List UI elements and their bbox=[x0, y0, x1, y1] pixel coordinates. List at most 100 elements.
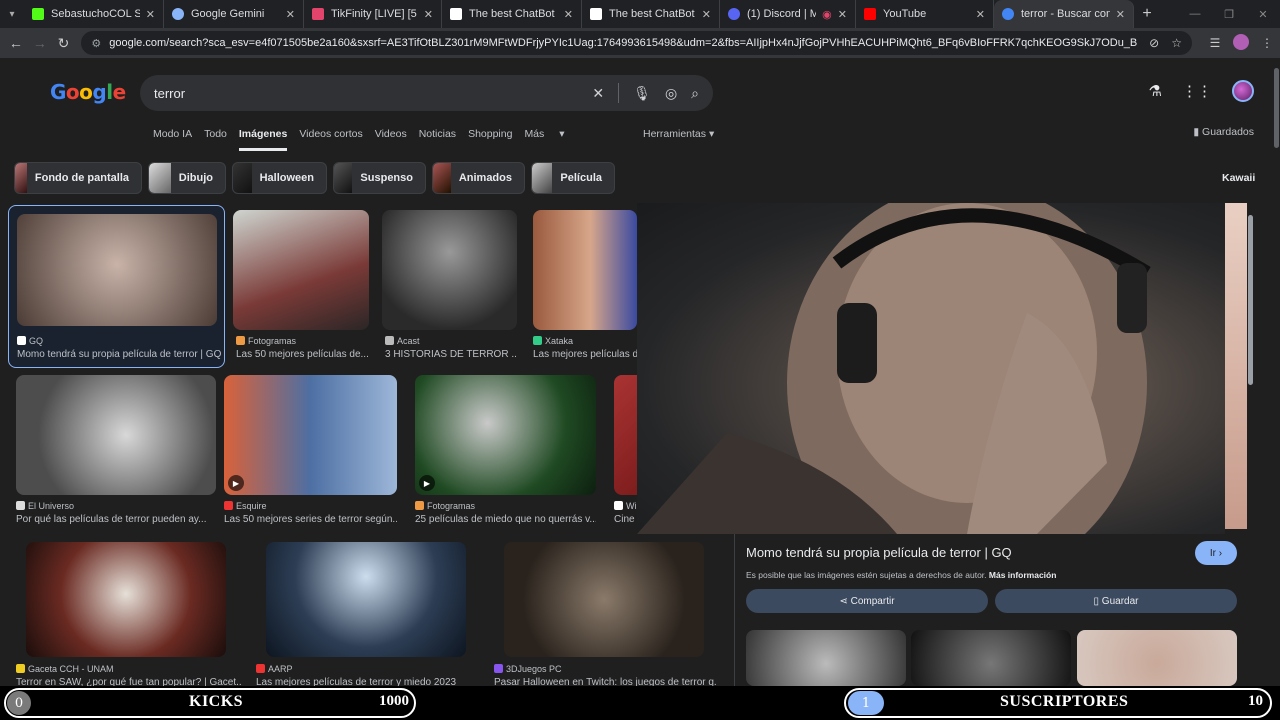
lens-icon[interactable]: ◎ bbox=[665, 85, 677, 102]
image-result[interactable]: AARP Las mejores películas de terror y m… bbox=[256, 542, 476, 686]
play-icon: ▶ bbox=[228, 475, 244, 491]
close-icon[interactable]: ✕ bbox=[146, 8, 155, 21]
subscribers-count: 1 bbox=[848, 691, 884, 715]
queue-icon[interactable]: ☰ bbox=[1202, 36, 1228, 50]
site-info-icon[interactable]: ⚙ bbox=[91, 37, 101, 50]
kicks-target: 1000 bbox=[379, 693, 409, 709]
tab-youtube[interactable]: YouTube ✕ bbox=[856, 0, 994, 28]
close-icon[interactable]: ✕ bbox=[424, 8, 433, 21]
kicks-goal: 0 KICKS 1000 bbox=[4, 688, 416, 718]
back-icon[interactable]: ← bbox=[4, 35, 28, 51]
tab-sebastuchocol[interactable]: SebastuchoCOL Stream - ✕ bbox=[24, 0, 164, 28]
avatar[interactable] bbox=[1232, 80, 1254, 102]
result-image bbox=[17, 214, 217, 326]
close-icon[interactable]: ✕ bbox=[1116, 8, 1125, 21]
result-image bbox=[26, 542, 226, 657]
page-scrollbar[interactable] bbox=[1272, 68, 1280, 678]
search-icon[interactable]: ⌕ bbox=[691, 85, 699, 102]
tab-gemini[interactable]: Google Gemini ✕ bbox=[164, 0, 304, 28]
tab-chatbot-2[interactable]: The best ChatBot and Wi ✕ bbox=[582, 0, 720, 28]
eye-off-icon[interactable]: ⊘ bbox=[1149, 36, 1159, 50]
window-controls: — ❐ ✕ bbox=[1178, 0, 1280, 28]
profile-icon[interactable] bbox=[1228, 33, 1254, 53]
chatbot-icon bbox=[590, 8, 602, 20]
close-icon[interactable]: ✕ bbox=[564, 8, 573, 21]
tab-tikfinity[interactable]: TikFinity [LIVE] [5 Viewers] ✕ bbox=[304, 0, 442, 28]
google-logo[interactable]: Google bbox=[50, 80, 126, 104]
share-button[interactable]: ⋖ Compartir bbox=[746, 589, 988, 613]
tab-strip: ▾ SebastuchoCOL Stream - ✕ Google Gemini… bbox=[0, 0, 1280, 28]
related-image[interactable] bbox=[1077, 630, 1237, 686]
saved-link[interactable]: ▮ Guardados bbox=[1193, 126, 1254, 138]
close-icon[interactable]: ✕ bbox=[286, 8, 295, 21]
preview-title[interactable]: Momo tendrá su propia película de terror… bbox=[746, 545, 1012, 560]
related-image[interactable] bbox=[911, 630, 1071, 686]
share-icon: ⋖ bbox=[839, 595, 848, 607]
tab-imagenes[interactable]: Imágenes bbox=[238, 128, 288, 151]
chip-halloween[interactable]: Halloween bbox=[232, 162, 327, 194]
tab-todo[interactable]: Todo bbox=[204, 128, 227, 151]
new-tab-button[interactable]: + bbox=[1134, 5, 1160, 23]
tab-shopping[interactable]: Shopping bbox=[468, 128, 512, 151]
close-window-icon[interactable]: ✕ bbox=[1246, 0, 1280, 28]
image-result[interactable]: Xataka Las mejores películas de bbox=[533, 210, 637, 368]
play-icon: ▶ bbox=[419, 475, 435, 491]
chip-fondo[interactable]: Fondo de pantalla bbox=[14, 162, 142, 194]
tab-videos[interactable]: Videos bbox=[375, 128, 407, 151]
minimize-icon[interactable]: — bbox=[1178, 0, 1212, 28]
streamer-webcam-image bbox=[637, 203, 1151, 534]
google-icon bbox=[1002, 8, 1014, 20]
stream-goal-bar: 0 KICKS 1000 1 SUSCRIPTORES 10 bbox=[0, 686, 1280, 720]
tab-noticias[interactable]: Noticias bbox=[419, 128, 456, 151]
tab-google-terror[interactable]: terror - Buscar con Googl ✕ bbox=[994, 0, 1134, 28]
image-result[interactable]: Fotogramas Las 50 mejores películas de..… bbox=[233, 210, 369, 368]
apps-grid-icon[interactable]: ⋮⋮ bbox=[1182, 82, 1212, 100]
tab-search-icon[interactable]: ▾ bbox=[0, 0, 24, 28]
image-result[interactable]: Acast 3 HISTORIAS DE TERROR ... bbox=[382, 210, 517, 368]
kick-icon bbox=[32, 8, 44, 20]
recording-icon: ◉ bbox=[822, 8, 832, 21]
result-image bbox=[266, 542, 466, 657]
tab-modo-ia[interactable]: Modo IA bbox=[153, 128, 192, 151]
image-result[interactable]: GQ Momo tendrá su propia película de ter… bbox=[8, 205, 225, 368]
chip-animados[interactable]: Animados bbox=[432, 162, 525, 194]
tools-menu[interactable]: Herramientas ▾ bbox=[643, 128, 714, 140]
tab-videos-cortos[interactable]: Videos cortos bbox=[299, 128, 362, 151]
chip-kawaii[interactable]: Kawaii bbox=[1222, 172, 1255, 184]
maximize-icon[interactable]: ❐ bbox=[1212, 0, 1246, 28]
close-icon[interactable]: ✕ bbox=[838, 8, 847, 21]
labs-flask-icon[interactable]: ⚗ bbox=[1149, 82, 1162, 100]
more-info-link[interactable]: Más información bbox=[989, 570, 1057, 580]
chip-dibujo[interactable]: Dibujo bbox=[148, 162, 226, 194]
mic-icon[interactable]: 🎙 bbox=[633, 85, 651, 102]
image-result[interactable]: ▶ Esquire Las 50 mejores series de terro… bbox=[224, 375, 397, 530]
tab-chatbot-1[interactable]: The best ChatBot and Wi ✕ bbox=[442, 0, 582, 28]
image-result[interactable]: Gaceta CCH - UNAM Terror en SAW, ¿por qu… bbox=[16, 542, 242, 686]
subscribers-label: SUSCRIPTORES bbox=[1000, 693, 1129, 710]
visit-button[interactable]: Ir › bbox=[1195, 541, 1237, 565]
related-image[interactable] bbox=[746, 630, 906, 686]
tab-mas[interactable]: Más ▾ bbox=[524, 128, 564, 151]
discord-icon bbox=[728, 8, 740, 20]
url-field[interactable]: ⚙ google.com/search?sca_esv=e4f071505be2… bbox=[81, 31, 1192, 55]
save-button[interactable]: ▯ Guardar bbox=[995, 589, 1237, 613]
bookmark-star-icon[interactable]: ☆ bbox=[1171, 36, 1182, 50]
close-icon[interactable]: ✕ bbox=[702, 8, 711, 21]
clear-icon[interactable]: ✕ bbox=[592, 85, 604, 102]
tab-discord[interactable]: (1) Discord | Miembros ◉ ✕ bbox=[720, 0, 856, 28]
forward-icon[interactable]: → bbox=[28, 35, 52, 51]
image-result[interactable]: ▶ Fotogramas 25 películas de miedo que n… bbox=[415, 375, 596, 530]
reload-icon[interactable]: ↻ bbox=[52, 35, 76, 52]
gemini-icon bbox=[172, 8, 184, 20]
webcam-overlay bbox=[637, 203, 1225, 534]
preview-scrollbar[interactable] bbox=[1246, 203, 1254, 686]
tikfinity-icon bbox=[312, 8, 324, 20]
menu-icon[interactable]: ⋮ bbox=[1254, 36, 1280, 50]
close-icon[interactable]: ✕ bbox=[976, 8, 985, 21]
image-result[interactable]: El Universo Por qué las películas de ter… bbox=[16, 375, 216, 530]
search-input[interactable]: terror ✕ 🎙 ◎ ⌕ bbox=[140, 75, 713, 111]
chip-pelicula[interactable]: Película bbox=[531, 162, 615, 194]
result-image bbox=[415, 375, 596, 495]
chip-suspenso[interactable]: Suspenso bbox=[333, 162, 426, 194]
image-result[interactable]: 3DJuegos PC Pasar Halloween en Twitch: l… bbox=[494, 542, 716, 686]
